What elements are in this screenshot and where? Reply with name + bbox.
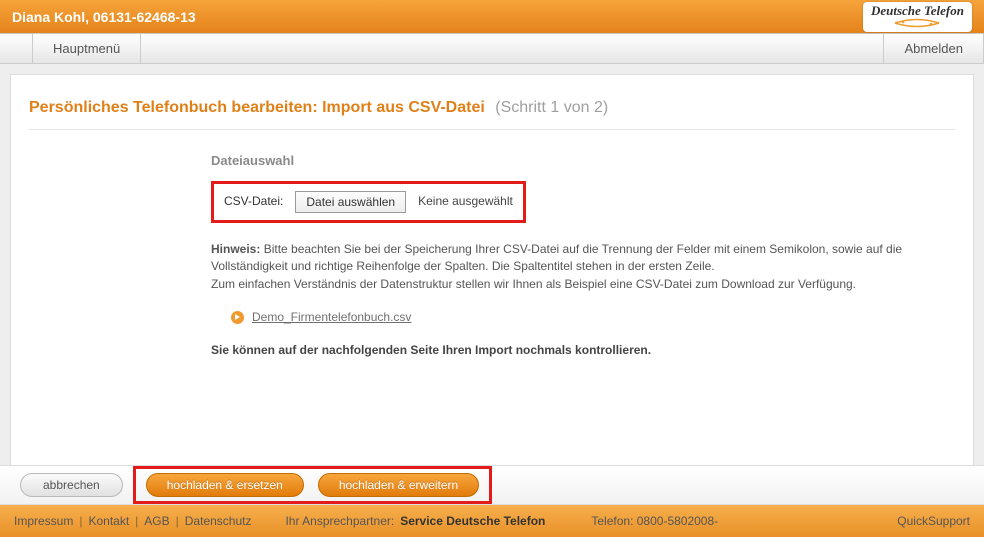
hint-text-1: Bitte beachten Sie bei der Speicherung I… [211,242,902,273]
upload-extend-button[interactable]: hochladen & erweitern [318,473,479,497]
page-step: (Schritt 1 von 2) [495,99,608,116]
hint-label: Hinweis: [211,242,260,256]
confirm-line: Sie können auf der nachfolgenden Seite I… [211,342,913,359]
arrow-right-icon [231,311,244,324]
upload-buttons-highlight: hochladen & ersetzen hochladen & erweite… [133,466,493,504]
content-panel: Persönliches Telefonbuch bearbeiten: Imp… [10,74,974,472]
menu-spacer [0,34,32,63]
footer-sep: | [176,514,179,528]
header-user-info: Diana Kohl, 06131-62468-13 [12,9,196,25]
footer-sep: | [135,514,138,528]
footer-quicksupport[interactable]: QuickSupport [897,514,970,528]
form-area: Dateiauswahl CSV-Datei: Datei auswählen … [211,152,913,360]
file-label: CSV-Datei: [224,193,283,210]
hint-block: Hinweis: Bitte beachten Sie bei der Spei… [211,241,913,293]
download-row: Demo_Firmentelefonbuch.csv [231,309,913,326]
page-title: Persönliches Telefonbuch bearbeiten: Imp… [29,99,485,116]
footer-left: Impressum | Kontakt | AGB | Datenschutz … [14,514,718,528]
upload-replace-button[interactable]: hochladen & ersetzen [146,473,304,497]
demo-csv-link[interactable]: Demo_Firmentelefonbuch.csv [252,309,411,326]
hint-text-2: Zum einfachen Verständnis der Datenstruk… [211,277,856,291]
footer-link-kontakt[interactable]: Kontakt [88,514,129,528]
file-row-highlight: CSV-Datei: Datei auswählen Keine ausgewä… [211,181,526,223]
title-divider [29,129,955,130]
footer-link-impressum[interactable]: Impressum [14,514,73,528]
brand-swoosh-icon [893,18,941,28]
footer-phone-label: Telefon: 0800-5802008- [591,514,718,528]
footer-phone-label-text: Telefon: [591,514,633,528]
file-row: CSV-Datei: Datei auswählen Keine ausgewä… [224,191,513,213]
footer-contact-label: Ihr Ansprechpartner: [285,514,394,528]
header-bar: Diana Kohl, 06131-62468-13 Deutsche Tele… [0,0,984,34]
brand-text: Deutsche Telefon [871,4,964,17]
footer-link-agb[interactable]: AGB [144,514,169,528]
section-heading: Dateiauswahl [211,152,913,171]
footer-phone-value: 0800-5802008- [637,514,718,528]
footer-link-datenschutz[interactable]: Datenschutz [185,514,252,528]
action-bar: abbrechen hochladen & ersetzen hochladen… [0,465,984,505]
choose-file-button[interactable]: Datei auswählen [295,191,406,213]
footer-contact-value: Service Deutsche Telefon [400,514,545,528]
cancel-button[interactable]: abbrechen [20,473,123,497]
brand-logo: Deutsche Telefon [863,2,972,32]
file-status: Keine ausgewählt [418,193,513,210]
footer-sep: | [79,514,82,528]
page-title-row: Persönliches Telefonbuch bearbeiten: Imp… [11,75,973,129]
menu-main[interactable]: Hauptmenü [32,34,141,63]
menu-bar: Hauptmenü Abmelden [0,34,984,64]
menu-logout[interactable]: Abmelden [883,34,984,63]
footer-bar: Impressum | Kontakt | AGB | Datenschutz … [0,505,984,537]
